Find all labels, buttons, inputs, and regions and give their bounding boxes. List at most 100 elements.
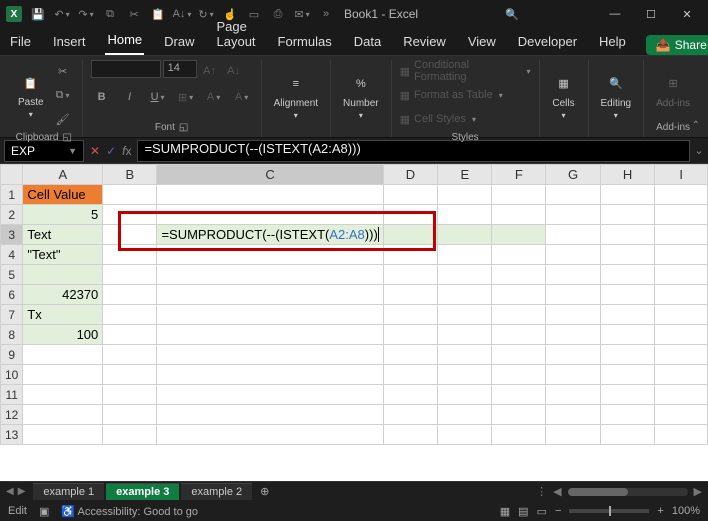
tab-data[interactable]: Data [352, 30, 383, 55]
column-header[interactable]: A [23, 165, 103, 185]
cell[interactable] [546, 385, 601, 405]
accessibility-status[interactable]: ♿ Accessibility: Good to go [61, 505, 198, 518]
underline-button[interactable]: U [147, 86, 169, 108]
cell[interactable] [438, 265, 492, 285]
paste-button[interactable]: 📋Paste▾ [14, 69, 48, 121]
cell[interactable] [492, 325, 546, 345]
cell[interactable] [103, 385, 157, 405]
cell[interactable] [438, 185, 492, 205]
cell[interactable] [546, 305, 601, 325]
cell[interactable] [438, 285, 492, 305]
cell[interactable] [438, 325, 492, 345]
row-header[interactable]: 13 [1, 425, 23, 445]
column-header[interactable]: D [383, 165, 437, 185]
editing-button[interactable]: 🔍Editing▾ [597, 70, 636, 122]
view-normal-icon[interactable]: ▦ [500, 505, 510, 518]
cell[interactable] [546, 325, 601, 345]
select-all-cell[interactable] [1, 165, 23, 185]
cell[interactable] [103, 185, 157, 205]
dialog-launcher-icon[interactable]: ◱ [62, 132, 71, 143]
spreadsheet-grid[interactable]: ABCDEFGHI1Cell Value253Text=SUMPRODUCT(-… [0, 164, 708, 481]
cell[interactable] [103, 265, 157, 285]
cell[interactable] [600, 265, 654, 285]
column-header[interactable]: C [157, 165, 383, 185]
cell[interactable] [546, 425, 601, 445]
row-header[interactable]: 4 [1, 245, 23, 265]
column-header[interactable]: F [492, 165, 546, 185]
cell[interactable] [546, 205, 601, 225]
tab-review[interactable]: Review [401, 30, 448, 55]
tab-home[interactable]: Home [105, 28, 144, 55]
cell[interactable] [157, 425, 383, 445]
font-size-select[interactable]: 14 [163, 60, 197, 78]
cell[interactable] [546, 345, 601, 365]
cell[interactable] [492, 265, 546, 285]
cell[interactable]: 100 [23, 325, 103, 345]
cell[interactable] [438, 405, 492, 425]
cancel-formula-icon[interactable]: ✕ [90, 144, 100, 158]
horizontal-scrollbar[interactable] [568, 488, 688, 496]
cell[interactable] [546, 225, 601, 245]
tab-developer[interactable]: Developer [516, 30, 579, 55]
cell[interactable] [383, 205, 437, 225]
cell[interactable] [438, 425, 492, 445]
cell[interactable] [655, 425, 708, 445]
cell[interactable] [23, 425, 103, 445]
column-header[interactable]: B [103, 165, 157, 185]
tab-formulas[interactable]: Formulas [276, 30, 334, 55]
cell[interactable] [600, 205, 654, 225]
row-header[interactable]: 10 [1, 365, 23, 385]
cell[interactable] [383, 225, 437, 245]
sheet-nav-prev-icon[interactable]: ◀ [6, 486, 14, 497]
cell[interactable] [157, 185, 383, 205]
cell[interactable] [23, 385, 103, 405]
addins-button[interactable]: ⊞Add-ins [652, 70, 694, 111]
font-color-button[interactable]: A [231, 86, 253, 108]
tab-insert[interactable]: Insert [51, 30, 88, 55]
sheet-tab-2[interactable]: example 3 [106, 483, 179, 500]
cell[interactable] [383, 425, 437, 445]
save-icon[interactable]: 💾 [28, 4, 48, 24]
column-header[interactable]: G [546, 165, 601, 185]
cell[interactable] [23, 265, 103, 285]
tab-split-icon[interactable]: ⋮ [536, 485, 547, 498]
cell[interactable]: "Text" [23, 245, 103, 265]
cell[interactable] [492, 185, 546, 205]
cell[interactable] [655, 405, 708, 425]
column-header[interactable]: I [655, 165, 708, 185]
column-header[interactable]: E [438, 165, 492, 185]
row-header[interactable]: 8 [1, 325, 23, 345]
row-header[interactable]: 5 [1, 265, 23, 285]
border-button[interactable]: ⊞ [175, 86, 197, 108]
cell[interactable] [157, 305, 383, 325]
cell[interactable] [383, 385, 437, 405]
cell[interactable] [655, 365, 708, 385]
cell[interactable] [438, 225, 492, 245]
font-family-select[interactable] [91, 60, 161, 78]
cell[interactable] [655, 265, 708, 285]
add-sheet-button[interactable]: ⊕ [254, 485, 275, 498]
cell[interactable] [600, 285, 654, 305]
cell[interactable] [157, 345, 383, 365]
tab-draw[interactable]: Draw [162, 30, 196, 55]
cell[interactable] [157, 325, 383, 345]
scroll-right-icon[interactable]: ▶ [694, 485, 702, 498]
increase-font-icon[interactable]: A↑ [199, 60, 221, 82]
sheet-tab-3[interactable]: example 2 [181, 483, 252, 500]
row-header[interactable]: 11 [1, 385, 23, 405]
cell[interactable] [23, 345, 103, 365]
cell[interactable] [546, 265, 601, 285]
cell[interactable] [157, 285, 383, 305]
cell[interactable] [23, 405, 103, 425]
cell[interactable]: Text [23, 225, 103, 245]
cell[interactable] [492, 285, 546, 305]
sort-asc-icon[interactable]: A↓ [172, 4, 192, 24]
cell[interactable] [655, 305, 708, 325]
format-as-table-button[interactable]: ▦ Format as Table [400, 84, 503, 106]
tab-file[interactable]: File [8, 30, 33, 55]
tab-view[interactable]: View [466, 30, 498, 55]
sort-desc-icon[interactable]: ↻ [196, 4, 216, 24]
format-painter-button[interactable]: 🖌 [52, 108, 74, 130]
search-icon[interactable]: 🔍 [505, 8, 519, 21]
cell[interactable] [600, 305, 654, 325]
